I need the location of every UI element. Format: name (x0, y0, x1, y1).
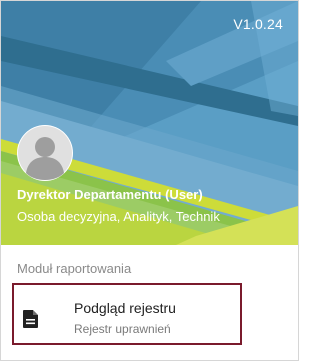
document-icon (23, 310, 38, 328)
user-name: Dyrektor Departamentu (User) (17, 187, 203, 202)
user-avatar-icon (18, 126, 72, 180)
app-version: V1.0.24 (233, 16, 283, 32)
user-roles: Osoba decyzyjna, Analityk, Technik (17, 209, 220, 224)
menu-item-title: Podgląd rejestru (74, 300, 176, 316)
section-label: Moduł raportowania (17, 261, 132, 276)
drawer-header: V1.0.24 Dyrektor Departamentu (User) Oso… (1, 1, 298, 245)
menu-item-registry-preview[interactable]: Podgląd rejestru Rejestr uprawnień (12, 283, 242, 345)
menu-item-subtitle: Rejestr uprawnień (74, 322, 171, 336)
navigation-drawer: V1.0.24 Dyrektor Departamentu (User) Oso… (0, 0, 299, 361)
avatar[interactable] (17, 125, 73, 181)
